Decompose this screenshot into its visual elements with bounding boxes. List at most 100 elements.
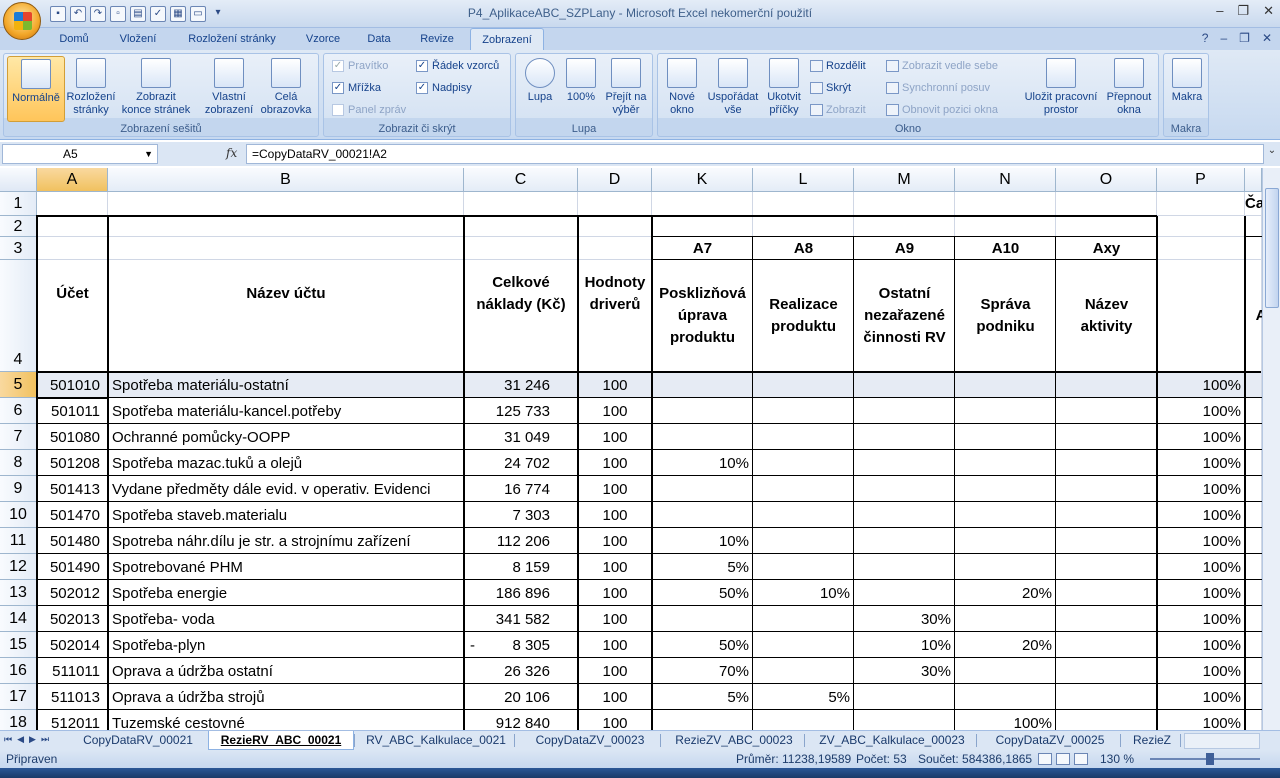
column-header-l[interactable]: L <box>753 168 854 192</box>
cell-l[interactable] <box>753 658 854 684</box>
insert-function-icon[interactable]: fx <box>226 146 237 160</box>
cell-b[interactable]: Spotřeba materiálu-kancel.potřeby <box>108 398 464 424</box>
cell-l[interactable] <box>753 424 854 450</box>
cell-p[interactable]: 100% <box>1157 710 1245 730</box>
cell-c[interactable]: 16 774 <box>464 476 578 502</box>
cell-o[interactable] <box>1056 580 1157 606</box>
cell-d[interactable]: 100 <box>578 424 652 450</box>
cell-p[interactable]: 100% <box>1157 372 1245 398</box>
cell-c[interactable]: 24 702 <box>464 450 578 476</box>
cell-n[interactable] <box>955 554 1056 580</box>
zoom-level[interactable]: 130 % <box>1100 752 1134 766</box>
cell-p[interactable]: 100% <box>1157 502 1245 528</box>
horizontal-scrollbar[interactable] <box>1184 733 1260 749</box>
tab-formulas[interactable]: Vzorce <box>296 28 350 50</box>
row-header-8[interactable]: 8 <box>0 450 37 476</box>
cell-p[interactable]: 100% <box>1157 632 1245 658</box>
normal-view-button[interactable]: Normálně <box>7 56 65 122</box>
cell-m[interactable]: 30% <box>854 658 955 684</box>
cell-p[interactable]: 100% <box>1157 554 1245 580</box>
new-window-button[interactable]: Nové okno <box>662 56 702 117</box>
save-workspace-button[interactable]: Uložit pracovní prostor <box>1018 56 1104 117</box>
zoom-to-selection-button[interactable]: Přejít na výběr <box>602 56 650 117</box>
select-all-corner[interactable] <box>0 168 37 192</box>
cell-k[interactable]: 70% <box>652 658 753 684</box>
cell-d[interactable]: 100 <box>578 632 652 658</box>
cell-c[interactable]: 912 840 <box>464 710 578 730</box>
cell-n[interactable] <box>955 450 1056 476</box>
row-header-4[interactable]: 4 <box>0 260 37 372</box>
sheet-tab[interactable]: ZV_ABC_Kalkulace_00023 <box>808 731 976 750</box>
row-header-15[interactable]: 15 <box>0 632 37 658</box>
column-header-k[interactable]: K <box>652 168 753 192</box>
cell-c[interactable]: 31 246 <box>464 372 578 398</box>
zoom-slider[interactable] <box>1150 758 1260 760</box>
cell-a[interactable]: 501011 <box>37 398 108 424</box>
minimize-workbook-icon[interactable]: – <box>1220 31 1227 45</box>
cell-b[interactable]: Spotřeba staveb.materialu <box>108 502 464 528</box>
column-header-p[interactable]: P <box>1157 168 1245 192</box>
cell-l[interactable] <box>753 710 854 730</box>
sheet-tab[interactable]: RV_ABC_Kalkulace_0021 <box>358 731 514 750</box>
cell-o[interactable] <box>1056 554 1157 580</box>
cell-m[interactable] <box>854 528 955 554</box>
cell-m[interactable] <box>854 372 955 398</box>
cell-o[interactable] <box>1056 528 1157 554</box>
cell-a[interactable]: 501480 <box>37 528 108 554</box>
restore-workbook-icon[interactable]: ❐ <box>1239 31 1250 45</box>
sheet-tab[interactable]: RezieZV_ABC_00023 <box>664 731 804 750</box>
cell-m[interactable] <box>854 554 955 580</box>
cell-m[interactable] <box>854 450 955 476</box>
cell-a[interactable]: 502012 <box>37 580 108 606</box>
cell-a[interactable]: 512011 <box>37 710 108 730</box>
sheet-tab[interactable]: CopyDataZV_00023 <box>520 731 660 750</box>
row-header-17[interactable]: 17 <box>0 684 37 710</box>
sheet-tab[interactable]: CopyDataRV_00021 <box>68 731 208 750</box>
cell-k[interactable] <box>652 606 753 632</box>
cell-m[interactable] <box>854 710 955 730</box>
prev-sheet-icon[interactable]: ◀ <box>17 734 24 745</box>
cell-d[interactable]: 100 <box>578 476 652 502</box>
minimize-icon[interactable]: – <box>1216 3 1223 19</box>
cell-k[interactable]: 50% <box>652 580 753 606</box>
cell-k[interactable] <box>652 476 753 502</box>
close-icon[interactable]: ✕ <box>1263 3 1274 19</box>
tab-view[interactable]: Zobrazení <box>470 28 544 50</box>
cell-m[interactable] <box>854 424 955 450</box>
first-sheet-icon[interactable]: ⏮ <box>4 734 12 745</box>
cell-p[interactable]: 100% <box>1157 528 1245 554</box>
maximize-icon[interactable]: ❐ <box>1237 3 1249 19</box>
row-header-7[interactable]: 7 <box>0 424 37 450</box>
cell-b[interactable]: Spotreba náhr.dílu je str. a strojnímu z… <box>108 528 464 554</box>
cell-c[interactable]: 8 159 <box>464 554 578 580</box>
cell-d[interactable]: 100 <box>578 398 652 424</box>
macros-button[interactable]: Makra <box>1168 56 1206 104</box>
cell-o[interactable] <box>1056 424 1157 450</box>
sheet-tab[interactable]: CopyDataZV_00025 <box>980 731 1120 750</box>
vertical-scrollbar[interactable] <box>1262 168 1280 730</box>
sheet-tab[interactable]: RezieRV_ABC_00021 <box>208 731 354 750</box>
cell-a[interactable]: 501470 <box>37 502 108 528</box>
cell-a[interactable]: 501080 <box>37 424 108 450</box>
row-header-14[interactable]: 14 <box>0 606 37 632</box>
cell-k[interactable] <box>652 502 753 528</box>
cell-d[interactable]: 100 <box>578 372 652 398</box>
column-header-b[interactable]: B <box>108 168 464 192</box>
cell-m[interactable] <box>854 580 955 606</box>
cell-m[interactable] <box>854 502 955 528</box>
zoom-100-button[interactable]: 100% <box>564 56 598 104</box>
row-header-3[interactable]: 3 <box>0 237 37 260</box>
page-layout-icon[interactable] <box>1056 753 1070 765</box>
cell-b[interactable]: Spotrebované PHM <box>108 554 464 580</box>
help-icon[interactable]: ? <box>1202 31 1209 45</box>
cell-c[interactable]: 31 049 <box>464 424 578 450</box>
cell-l[interactable] <box>753 632 854 658</box>
formula-bar-checkbox[interactable]: ✓ Řádek vzorců <box>416 60 499 72</box>
cell-d[interactable]: 100 <box>578 684 652 710</box>
column-header-o[interactable]: O <box>1056 168 1157 192</box>
row-header-2[interactable]: 2 <box>0 216 37 237</box>
cell-o[interactable] <box>1056 398 1157 424</box>
cell-k[interactable] <box>652 424 753 450</box>
row-header-13[interactable]: 13 <box>0 580 37 606</box>
cell-n[interactable] <box>955 502 1056 528</box>
